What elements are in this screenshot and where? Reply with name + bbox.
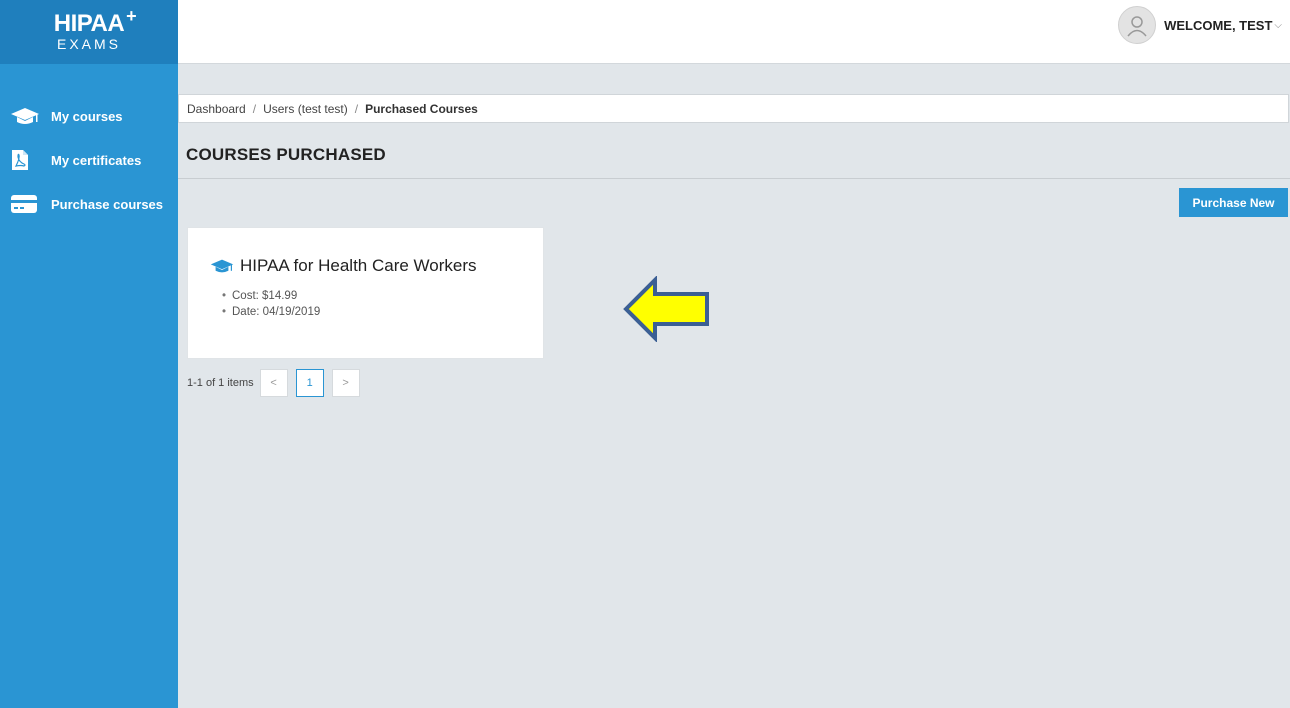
purchase-new-button[interactable]: Purchase New (1179, 188, 1288, 217)
top-bar: WELCOME, TEST ⌵ (178, 0, 1290, 64)
user-icon (1127, 16, 1147, 37)
sidebar-nav: My courses My certificates Purchase cour… (0, 94, 178, 226)
breadcrumb: Dashboard / Users (test test) / Purchase… (178, 94, 1289, 123)
avatar (1118, 6, 1157, 44)
sidebar: HIPAA + EXAMS My courses My certificates… (0, 0, 178, 708)
breadcrumb-separator: / (252, 101, 257, 116)
divider (178, 178, 1290, 179)
breadcrumb-separator: / (354, 101, 359, 116)
welcome-text: WELCOME, TEST (1164, 17, 1273, 33)
brand-logo[interactable]: HIPAA + EXAMS (0, 0, 178, 64)
page-title: COURSES PURCHASED (186, 145, 386, 164)
breadcrumb-current: Purchased Courses (365, 101, 478, 116)
sidebar-item-label: My certificates (51, 152, 142, 168)
course-title-link[interactable]: HIPAA for Health Care Workers (210, 256, 477, 276)
next-page-button[interactable]: > (331, 369, 360, 397)
chevron-down-icon: ⌵ (1274, 19, 1282, 31)
page-1-button[interactable]: 1 (295, 369, 324, 397)
credit-card-icon (10, 193, 42, 215)
breadcrumb-users[interactable]: Users (test test) (263, 102, 348, 116)
graduation-cap-icon (10, 105, 42, 127)
sidebar-item-my-courses[interactable]: My courses (0, 94, 178, 138)
logo-wordmark: HIPAA + (53, 5, 137, 37)
pagination-info: 1-1 of 1 items (187, 377, 254, 389)
sidebar-item-purchase-courses[interactable]: Purchase courses (0, 182, 178, 226)
course-details: Cost: $14.99 Date: 04/19/2019 (222, 288, 320, 320)
user-menu[interactable]: WELCOME, TEST ⌵ (1118, 6, 1282, 44)
logo-plus: + (126, 5, 137, 26)
breadcrumb-dashboard[interactable]: Dashboard (187, 102, 246, 116)
course-date: Date: 04/19/2019 (222, 304, 320, 320)
sidebar-item-label: Purchase courses (51, 196, 164, 212)
logo-subtitle: EXAMS (56, 35, 121, 52)
course-cost: Cost: $14.99 (222, 288, 320, 304)
pdf-file-icon (10, 149, 42, 171)
graduation-cap-icon (210, 258, 234, 274)
sidebar-item-my-certificates[interactable]: My certificates (0, 138, 178, 182)
course-card: HIPAA for Health Care Workers Cost: $14.… (187, 227, 544, 359)
pagination: 1-1 of 1 items < 1 > (187, 369, 368, 397)
course-title: HIPAA for Health Care Workers (240, 256, 477, 275)
prev-page-button[interactable]: < (259, 369, 288, 397)
sidebar-item-label: My courses (51, 108, 123, 124)
arrow-left-annotation-icon (623, 276, 709, 342)
